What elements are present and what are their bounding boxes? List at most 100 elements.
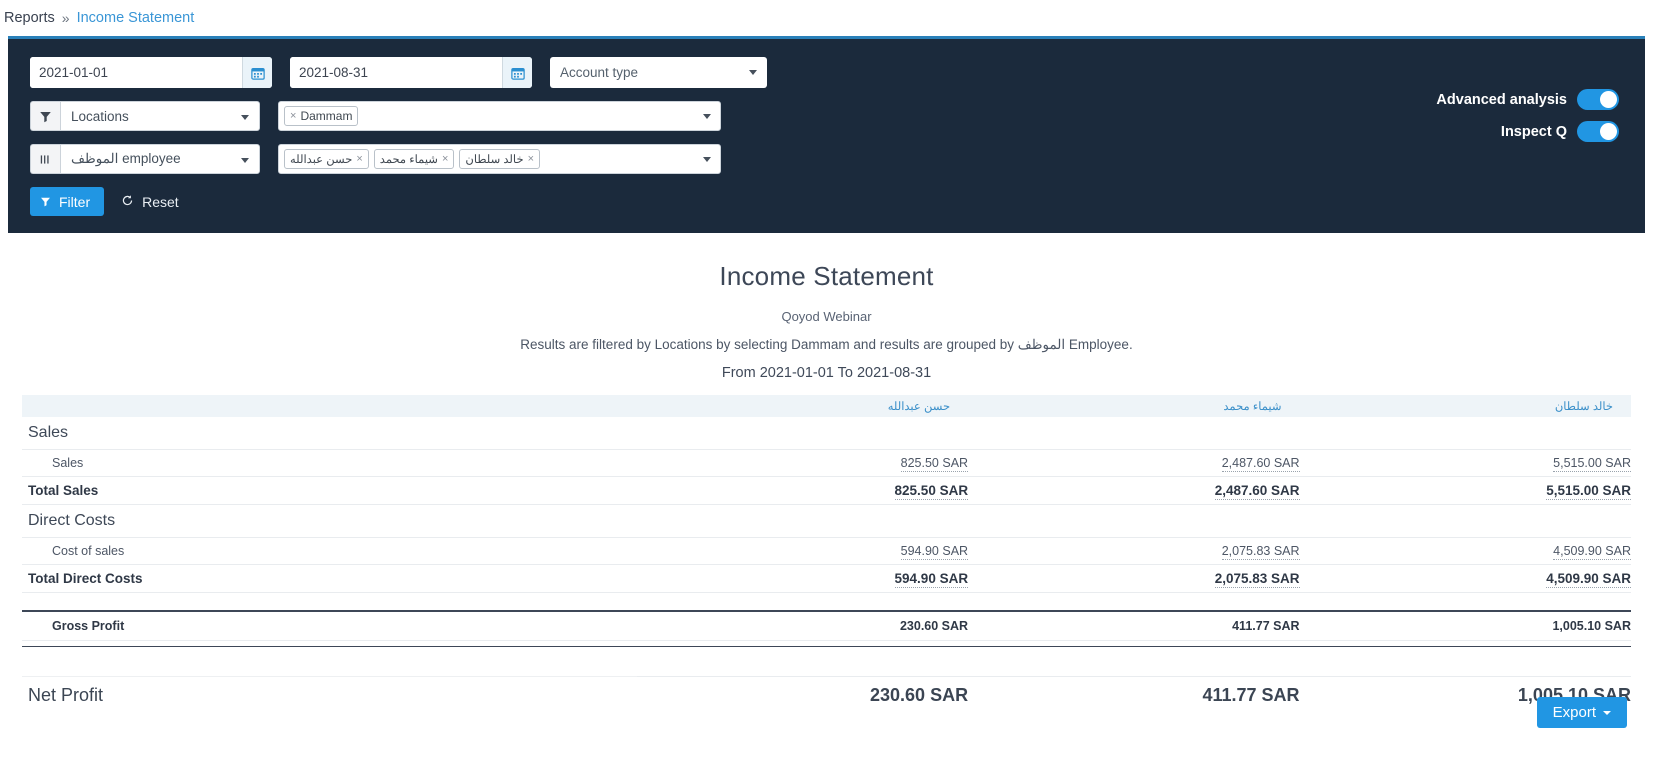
employee-combo[interactable]: الموظف employee: [30, 144, 260, 174]
table-header-row: حسن عبدالله شيماء محمد خالد سلطان: [22, 395, 1631, 417]
calendar-icon[interactable]: [502, 57, 532, 88]
filter-button[interactable]: Filter: [30, 187, 104, 216]
table-spacer-row: [22, 646, 1631, 676]
value-cell[interactable]: 594.90 SAR: [895, 571, 969, 588]
reset-button-label: Reset: [142, 194, 179, 210]
columns-icon: [30, 144, 60, 174]
breadcrumb: Reports » Income Statement: [0, 0, 1653, 36]
value-cell[interactable]: 825.50 SAR: [895, 483, 969, 500]
chevron-down-icon: [749, 70, 757, 75]
breadcrumb-separator: »: [62, 10, 70, 26]
value-cell[interactable]: 4,509.90 SAR: [1553, 544, 1631, 560]
row-label-total-sales: Total Sales: [22, 477, 637, 505]
filter-row-locations: Locations × Dammam: [30, 101, 1623, 131]
row-label-cost-of-sales: Cost of sales: [22, 538, 637, 565]
income-statement-table: حسن عبدالله شيماء محمد خالد سلطان Sales …: [22, 395, 1631, 714]
caret-down-icon: [1603, 711, 1611, 715]
tag-label: شيماء محمد: [380, 152, 438, 166]
column-header-employee-3: خالد سلطان: [1300, 395, 1631, 417]
company-name: Qoyod Webinar: [22, 309, 1631, 324]
date-from-group[interactable]: [30, 57, 272, 88]
tag-chip[interactable]: × خالد سلطان: [459, 149, 540, 169]
toggle-knob: [1600, 123, 1617, 140]
calendar-icon[interactable]: [242, 57, 272, 88]
value-cell[interactable]: 5,515.00 SAR: [1546, 483, 1631, 500]
date-from-input[interactable]: [30, 57, 242, 88]
advanced-analysis-toggle[interactable]: [1577, 89, 1619, 110]
value-cell[interactable]: 5,515.00 SAR: [1553, 456, 1631, 472]
filter-row-dates: Account type: [30, 57, 1623, 88]
table-row: Sales 825.50 SAR 2,487.60 SAR 5,515.00 S…: [22, 450, 1631, 477]
remove-tag-icon[interactable]: ×: [356, 153, 362, 165]
account-type-label: Account type: [560, 65, 638, 80]
locations-combo[interactable]: Locations: [30, 101, 260, 131]
tag-label: حسن عبدالله: [290, 152, 352, 166]
remove-tag-icon[interactable]: ×: [290, 110, 296, 122]
date-to-input[interactable]: [290, 57, 502, 88]
export-area: Export: [1537, 697, 1627, 728]
locations-label: Locations: [71, 109, 129, 124]
row-label-net-profit: Net Profit: [22, 676, 637, 714]
remove-tag-icon[interactable]: ×: [442, 153, 448, 165]
reset-button[interactable]: Reset: [115, 193, 185, 211]
value-cell[interactable]: 594.90 SAR: [901, 544, 968, 560]
export-button-label: Export: [1553, 704, 1596, 721]
tag-chip[interactable]: × حسن عبدالله: [284, 149, 369, 169]
row-label-sales: Sales: [22, 450, 637, 477]
table-row: Sales: [22, 417, 1631, 450]
filter-actions: Filter Reset: [30, 187, 1623, 216]
chevron-down-icon: [241, 158, 249, 163]
report-container: Income Statement Qoyod Webinar Results a…: [0, 233, 1653, 714]
table-row: Direct Costs: [22, 505, 1631, 538]
table-row: Total Sales 825.50 SAR 2,487.60 SAR 5,51…: [22, 477, 1631, 505]
chevron-down-icon: [241, 115, 249, 120]
tag-chip[interactable]: × شيماء محمد: [374, 149, 455, 169]
chevron-down-icon[interactable]: [703, 114, 711, 119]
table-row: Cost of sales 594.90 SAR 2,075.83 SAR 4,…: [22, 538, 1631, 565]
report-date-range: From 2021-01-01 To 2021-08-31: [22, 365, 1631, 381]
export-button[interactable]: Export: [1537, 697, 1627, 728]
value-cell[interactable]: 2,075.83 SAR: [1215, 571, 1300, 588]
table-row: Net Profit 230.60 SAR 411.77 SAR 1,005.1…: [22, 676, 1631, 714]
tag-label: خالد سلطان: [465, 152, 523, 166]
tag-chip[interactable]: × Dammam: [284, 106, 358, 126]
tag-label: Dammam: [300, 109, 352, 123]
filter-row-employee: الموظف employee × حسن عبدالله × شيماء مح…: [30, 144, 1623, 174]
chevron-down-icon[interactable]: [703, 157, 711, 162]
column-header-blank: [22, 395, 637, 417]
account-type-select[interactable]: Account type: [550, 57, 767, 88]
section-label-direct-costs: Direct Costs: [22, 505, 637, 538]
value-cell[interactable]: 2,487.60 SAR: [1215, 483, 1300, 500]
table-row: Total Direct Costs 594.90 SAR 2,075.83 S…: [22, 565, 1631, 593]
advanced-analysis-row: Advanced analysis: [1436, 89, 1619, 110]
breadcrumb-current[interactable]: Income Statement: [77, 10, 195, 26]
table-spacer-row: [22, 593, 1631, 611]
remove-tag-icon[interactable]: ×: [528, 153, 534, 165]
date-to-group[interactable]: [290, 57, 532, 88]
locations-select[interactable]: Locations: [60, 101, 260, 131]
filter-button-label: Filter: [59, 194, 90, 210]
employee-label: الموظف employee: [71, 151, 181, 167]
funnel-icon: [30, 101, 60, 131]
value-cell: 411.77 SAR: [968, 611, 1299, 641]
employee-select[interactable]: الموظف employee: [60, 144, 260, 174]
value-cell: 230.60 SAR: [637, 611, 968, 641]
advanced-analysis-label: Advanced analysis: [1436, 92, 1567, 108]
report-description: Results are filtered by Locations by sel…: [22, 337, 1631, 353]
locations-tag-input[interactable]: × Dammam: [278, 101, 721, 131]
breadcrumb-root[interactable]: Reports: [4, 10, 55, 26]
reset-icon: [121, 194, 134, 210]
value-cell[interactable]: 2,487.60 SAR: [1222, 456, 1300, 472]
value-cell[interactable]: 825.50 SAR: [901, 456, 968, 472]
inspect-q-toggle[interactable]: [1577, 121, 1619, 142]
value-cell[interactable]: 2,075.83 SAR: [1222, 544, 1300, 560]
value-cell[interactable]: 4,509.90 SAR: [1546, 571, 1631, 588]
toggle-knob: [1600, 91, 1617, 108]
value-cell: 230.60 SAR: [637, 676, 968, 714]
funnel-icon: [40, 194, 51, 210]
table-row: Gross Profit 230.60 SAR 411.77 SAR 1,005…: [22, 611, 1631, 641]
value-cell: 411.77 SAR: [968, 676, 1299, 714]
filter-panel: Account type Locations × Dammam: [8, 36, 1645, 233]
employee-tag-input[interactable]: × حسن عبدالله × شيماء محمد × خالد سلطان: [278, 144, 721, 174]
page-title: Income Statement: [22, 261, 1631, 292]
